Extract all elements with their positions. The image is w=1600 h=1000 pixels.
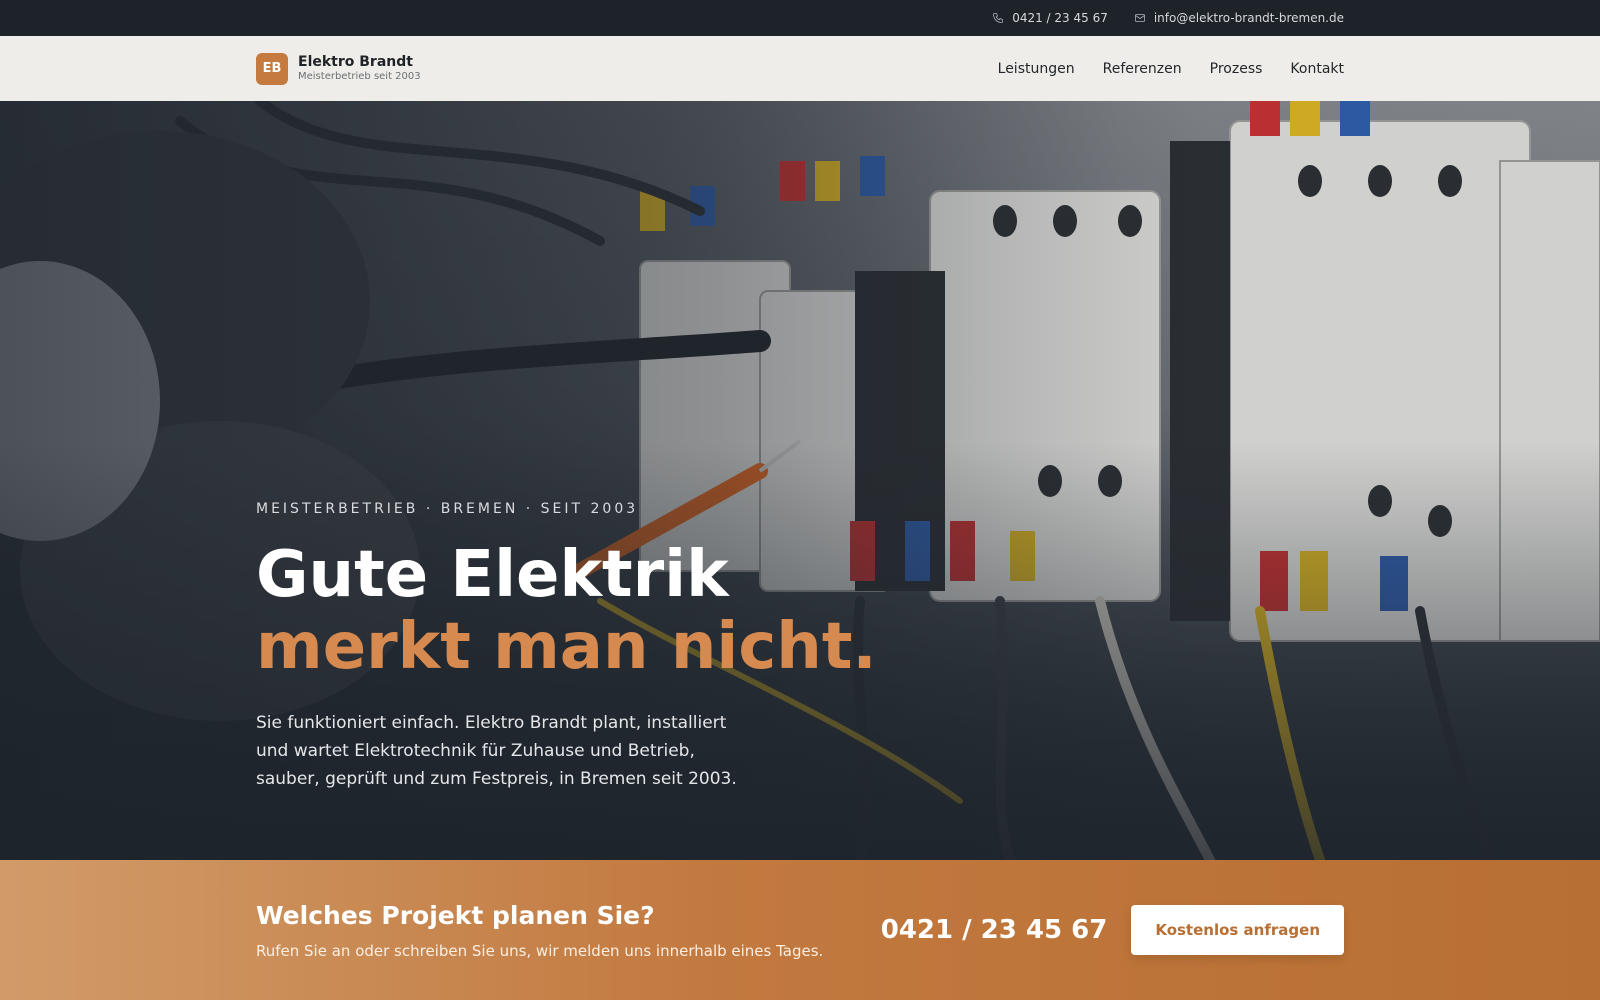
nav-item-prozess[interactable]: Prozess bbox=[1210, 61, 1263, 77]
hero-headline-accent: merkt man nicht. bbox=[256, 610, 877, 684]
brand-tagline: Meisterbetrieb seit 2003 bbox=[298, 71, 421, 82]
topbar-email-text: info@elektro-brandt-bremen.de bbox=[1153, 11, 1344, 25]
topbar-email[interactable]: info@elektro-brandt-bremen.de bbox=[1134, 11, 1344, 25]
cta-subtitle: Rufen Sie an oder schreiben Sie uns, wir… bbox=[256, 941, 824, 960]
topbar-phone-text: 0421 / 23 45 67 bbox=[1012, 11, 1108, 25]
request-quote-button[interactable]: Kostenlos anfragen bbox=[1131, 905, 1344, 955]
topbar-phone[interactable]: 0421 / 23 45 67 bbox=[992, 11, 1108, 25]
hero-headline-part1: Gute Elektrik bbox=[256, 538, 729, 612]
hero-headline: Gute Elektrik merkt man nicht. bbox=[256, 539, 896, 683]
hero-lead: Sie funktioniert einfach. Elektro Brandt… bbox=[256, 713, 737, 789]
phone-icon bbox=[993, 13, 1004, 23]
nav-item-leistungen[interactable]: Leistungen bbox=[998, 61, 1075, 77]
main-navigation: EB Elektro Brandt Meisterbetrieb seit 20… bbox=[0, 36, 1600, 101]
cta-band: Welches Projekt planen Sie? Rufen Sie an… bbox=[0, 860, 1600, 1000]
nav-item-kontakt[interactable]: Kontakt bbox=[1290, 61, 1344, 77]
brand-name: Elektro Brandt bbox=[298, 54, 413, 70]
hero-eyebrow: MEISTERBETRIEB · BREMEN · SEIT 2003 bbox=[256, 501, 639, 517]
logo: EB bbox=[256, 52, 288, 85]
cta-title: Welches Projekt planen Sie? bbox=[256, 900, 655, 930]
brand[interactable]: EB Elektro Brandt Meisterbetrieb seit 20… bbox=[256, 52, 421, 85]
cta-phone-number[interactable]: 0421 / 23 45 67 bbox=[881, 915, 1108, 945]
mail-icon bbox=[1134, 14, 1145, 22]
hero-content: MEISTERBETRIEB · BREMEN · SEIT 2003 Gute… bbox=[256, 501, 896, 793]
nav-menu: Leistungen Referenzen Prozess Kontakt bbox=[998, 61, 1344, 77]
nav-item-referenzen[interactable]: Referenzen bbox=[1103, 61, 1182, 77]
hero-section: MEISTERBETRIEB · BREMEN · SEIT 2003 Gute… bbox=[0, 101, 1600, 860]
top-utility-bar: 0421 / 23 45 67 info@elektro-brandt-brem… bbox=[0, 0, 1600, 36]
